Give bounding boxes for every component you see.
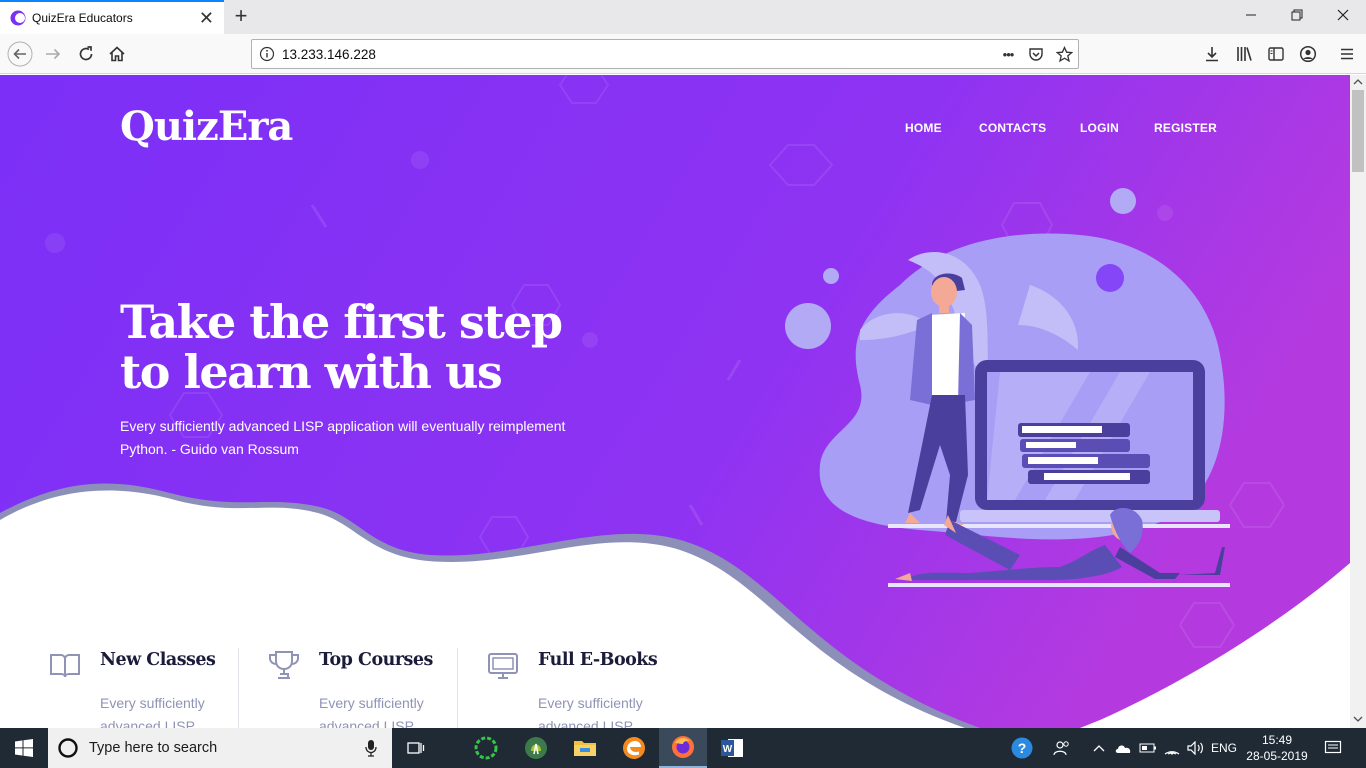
onedrive-icon[interactable] (1112, 728, 1134, 768)
url-bar[interactable]: 13.233.146.228 ••• (251, 39, 1079, 69)
scroll-up-icon[interactable] (1353, 78, 1363, 86)
trophy-icon (269, 651, 299, 679)
feature-title: Top Courses (319, 650, 433, 670)
active-tab[interactable]: QuizEra Educators ✕ (0, 0, 224, 34)
scroll-down-icon[interactable] (1353, 715, 1363, 723)
edge-icon[interactable] (610, 728, 658, 768)
feature-text-line-1: Every sufficiently (538, 695, 643, 711)
android-studio-icon[interactable] (512, 728, 560, 768)
hero-quote-line-1: Every sufficiently advanced LISP applica… (120, 418, 566, 434)
feature-text: Every sufficiently advanced LISP (100, 692, 230, 728)
feature-text-line-1: Every sufficiently (100, 695, 205, 711)
feature-title: Full E-Books (538, 650, 658, 670)
page-viewport: QuizEra HOME CONTACTS LOGIN REGISTER Tak… (0, 75, 1350, 728)
site-info-icon[interactable] (252, 46, 282, 62)
minimize-icon[interactable] (1228, 0, 1274, 34)
tab-bar: QuizEra Educators ✕ + (0, 0, 1366, 34)
reload-icon[interactable] (72, 40, 100, 68)
nav-home-link[interactable]: HOME (905, 121, 942, 135)
word-icon[interactable]: W (708, 728, 756, 768)
firefox-taskbar-icon[interactable] (659, 728, 707, 768)
taskbar-search-box[interactable]: Type here to search (48, 728, 392, 768)
green-ring-app-icon[interactable] (462, 728, 510, 768)
download-icon[interactable] (1198, 40, 1226, 68)
account-icon[interactable] (1294, 40, 1322, 68)
microphone-icon[interactable] (364, 739, 378, 757)
back-icon[interactable] (6, 40, 34, 68)
url-text[interactable]: 13.233.146.228 (282, 47, 994, 62)
restore-icon[interactable] (1274, 0, 1320, 34)
clock-date: 28-05-2019 (1246, 749, 1308, 763)
file-explorer-icon[interactable] (561, 728, 609, 768)
battery-icon[interactable] (1137, 728, 1159, 768)
pocket-icon[interactable] (1022, 40, 1050, 68)
hero-quote: Every sufficiently advanced LISP applica… (120, 415, 590, 461)
system-clock[interactable]: 15:49 28-05-2019 (1244, 732, 1310, 764)
bookmark-star-icon[interactable] (1050, 40, 1078, 68)
notifications-icon[interactable] (1320, 728, 1346, 768)
hero-illustration (785, 188, 1230, 587)
hero-quote-line-2: Python. - Guido van Rossum (120, 441, 299, 457)
tab-title: QuizEra Educators (32, 11, 133, 25)
library-icon[interactable] (1230, 40, 1258, 68)
language-indicator[interactable]: ENG (1209, 728, 1239, 768)
forward-icon[interactable] (39, 40, 67, 68)
feature-divider (457, 648, 458, 728)
hamburger-menu-icon[interactable] (1333, 40, 1361, 68)
show-hidden-icons-icon[interactable] (1090, 728, 1108, 768)
feature-text-line-2: advanced LISP (319, 718, 414, 728)
people-icon[interactable] (1050, 728, 1074, 768)
new-tab-button[interactable]: + (228, 3, 254, 29)
cortana-icon (58, 738, 78, 758)
tab-close-icon[interactable]: ✕ (199, 8, 214, 29)
feature-text-line-2: advanced LISP (100, 718, 195, 728)
nav-register-link[interactable]: REGISTER (1154, 121, 1217, 135)
book-icon (50, 654, 80, 678)
feature-text-line-2: advanced LISP (538, 718, 633, 728)
windows-taskbar: Type here to search W ? ENG 15:49 28-05-… (0, 728, 1366, 768)
nav-login-link[interactable]: LOGIN (1080, 121, 1119, 135)
page-actions-icon[interactable]: ••• (994, 40, 1022, 68)
windows-start-icon[interactable] (0, 728, 48, 768)
feature-divider (238, 648, 239, 728)
feature-text: Every sufficiently advanced LISP (319, 692, 449, 728)
monitor-icon (488, 653, 518, 679)
scrollbar-thumb[interactable] (1352, 90, 1364, 172)
wifi-icon[interactable] (1161, 728, 1183, 768)
clock-time: 15:49 (1261, 733, 1293, 747)
feature-text-line-1: Every sufficiently (319, 695, 424, 711)
search-placeholder: Type here to search (89, 740, 218, 756)
vertical-scrollbar[interactable] (1350, 75, 1366, 728)
svg-text:?: ? (1018, 740, 1027, 756)
feature-text: Every sufficiently advanced LISP (538, 692, 668, 728)
volume-icon[interactable] (1185, 728, 1207, 768)
task-view-icon[interactable] (392, 728, 440, 768)
hero-title: Take the first step to learn with us (120, 297, 640, 397)
help-icon[interactable]: ? (1008, 728, 1036, 768)
home-icon[interactable] (103, 40, 131, 68)
sidebar-icon[interactable] (1262, 40, 1290, 68)
close-window-icon[interactable] (1320, 0, 1366, 34)
quizera-favicon-icon (10, 10, 26, 26)
hero-title-line-2: to learn with us (120, 345, 503, 399)
site-logo[interactable]: QuizEra (120, 103, 293, 150)
hero-title-line-1: Take the first step (120, 295, 563, 349)
nav-contacts-link[interactable]: CONTACTS (979, 121, 1046, 135)
navigation-toolbar: 13.233.146.228 ••• (0, 34, 1366, 74)
feature-title: New Classes (100, 650, 216, 670)
svg-text:W: W (723, 744, 733, 755)
